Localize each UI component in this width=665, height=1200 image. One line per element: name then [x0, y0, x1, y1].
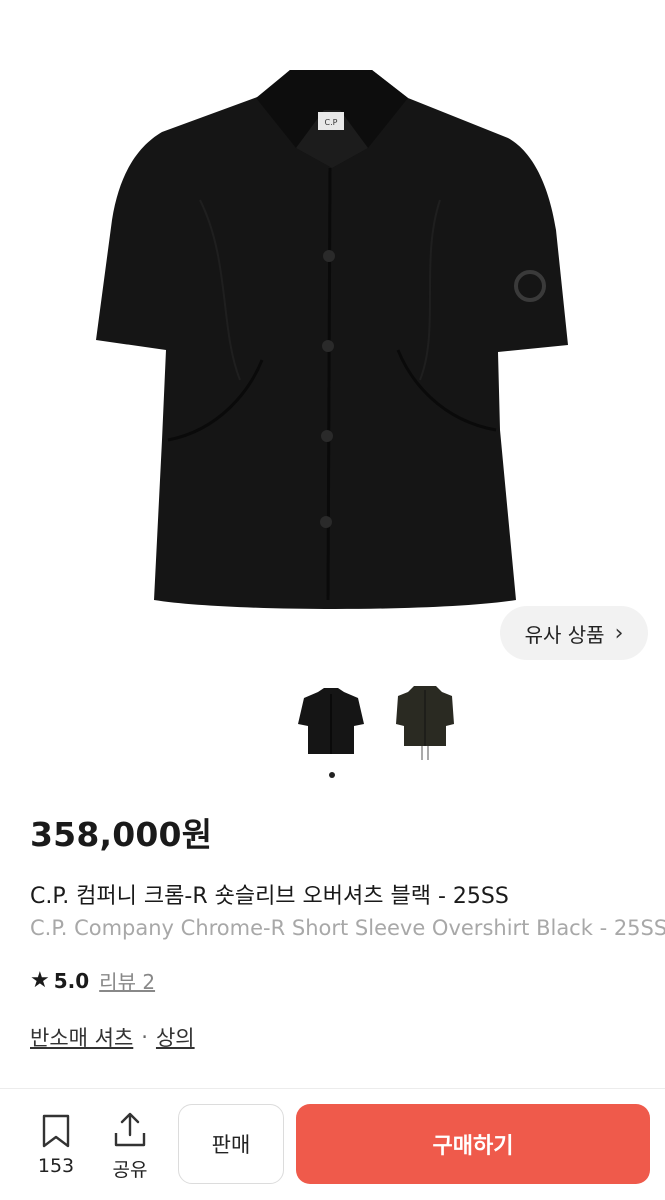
thumbnail-1[interactable] — [296, 680, 366, 760]
product-hero-image[interactable]: C.P — [0, 0, 665, 672]
share-button[interactable]: 공유 — [104, 1111, 156, 1182]
shirt-thumbnail-icon — [298, 688, 364, 754]
category-separator: · — [141, 1025, 148, 1049]
bookmark-button[interactable]: 153 — [30, 1113, 82, 1177]
share-label: 공유 — [112, 1159, 148, 1181]
thumbnail-2[interactable] — [390, 680, 460, 760]
sell-button[interactable]: 판매 — [178, 1104, 284, 1184]
bottom-action-bar: 153 공유 판매 구매하기 — [0, 1089, 665, 1200]
gallery-active-dot — [329, 772, 335, 778]
similar-products-label: 유사 상품 — [524, 622, 605, 647]
shirt-illustration: C.P — [96, 70, 568, 609]
buy-button[interactable]: 구매하기 — [296, 1104, 650, 1184]
svg-text:C.P: C.P — [325, 118, 338, 127]
category-link-tops[interactable]: 상의 — [156, 1022, 195, 1052]
category-breadcrumb: 반소매 셔츠 · 상의 — [30, 1022, 195, 1052]
bookmark-count: 153 — [37, 1155, 75, 1177]
share-icon — [114, 1112, 146, 1147]
review-link[interactable]: 리뷰 2 — [99, 966, 155, 995]
product-title-korean: C.P. 컴퍼니 크롬-R 숏슬리브 오버셔츠 블랙 - 25SS — [30, 884, 509, 909]
rating-score: 5.0 — [53, 968, 90, 993]
similar-products-button[interactable]: 유사 상품 › — [500, 606, 648, 660]
rating-row: ★ 5.0 리뷰 2 — [30, 966, 155, 995]
chevron-right-icon: › — [614, 620, 624, 646]
category-link-short-sleeve-shirts[interactable]: 반소매 셔츠 — [30, 1022, 133, 1052]
product-price: 358,000원 — [30, 815, 213, 854]
product-title-english: C.P. Company Chrome-R Short Sleeve Overs… — [30, 916, 665, 940]
thumbnail-strip — [290, 680, 470, 770]
shirt-on-model-thumbnail-icon — [396, 686, 454, 760]
star-icon: ★ — [30, 968, 50, 993]
bookmark-icon — [42, 1114, 70, 1148]
